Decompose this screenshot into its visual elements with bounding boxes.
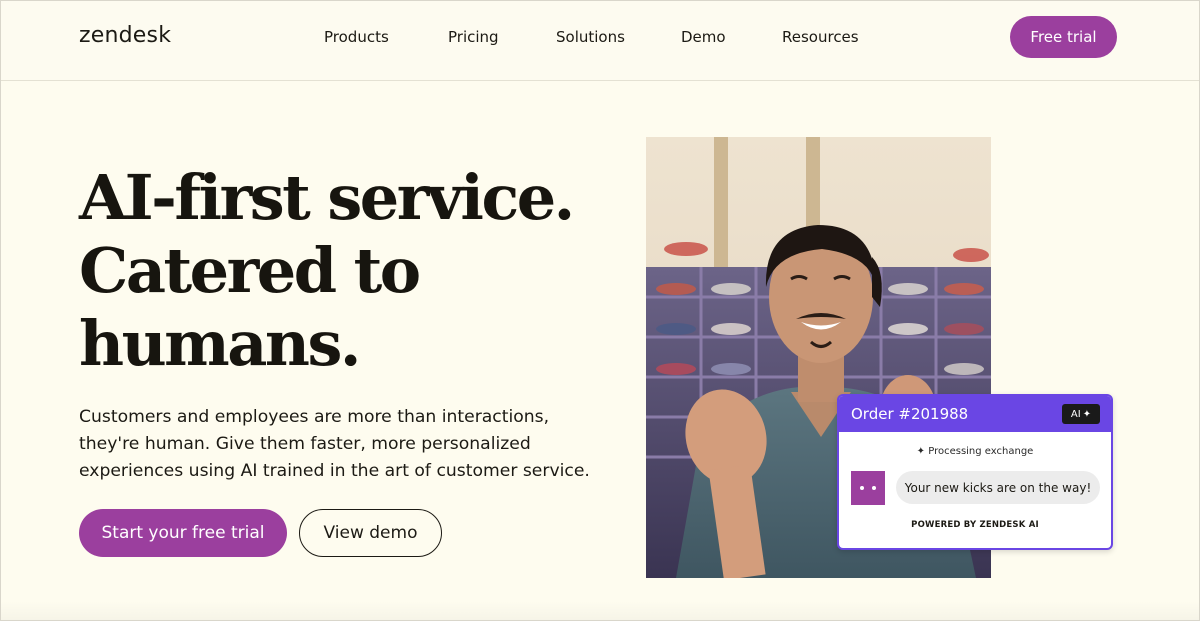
headline-line-3: humans. (79, 307, 362, 380)
powered-by-label: POWERED BY ZENDESK AI (911, 520, 1039, 530)
order-number: Order #201988 (851, 405, 969, 423)
bot-avatar-icon (851, 471, 885, 505)
ai-badge-label: AI (1070, 408, 1081, 420)
nav-demo[interactable]: Demo (681, 28, 726, 46)
hero-headline: AI-first service. Catered to humans. (79, 161, 599, 380)
headline-line-2: Catered to (79, 234, 421, 307)
nav-products[interactable]: Products (324, 28, 389, 46)
chat-message-bubble: Your new kicks are on the way! (896, 471, 1100, 504)
processing-label: Processing exchange (928, 446, 1034, 457)
nav-solutions[interactable]: Solutions (556, 28, 625, 46)
order-chat-card: Order #201988 AI ✦ ✦ Processing exchange… (837, 394, 1113, 550)
headline-line-1: AI-first service. (79, 161, 575, 234)
start-free-trial-button[interactable]: Start your free trial (79, 509, 287, 557)
free-trial-button[interactable]: Free trial (1010, 16, 1117, 58)
hero-subtext: Customers and employees are more than in… (79, 407, 590, 481)
chat-card-header: Order #201988 AI ✦ (839, 396, 1111, 432)
ai-badge: AI ✦ (1062, 404, 1100, 424)
processing-status: ✦ Processing exchange (839, 446, 1111, 457)
view-demo-button[interactable]: View demo (299, 509, 442, 557)
page-frame: zendesk Products Pricing Solutions Demo … (0, 0, 1200, 621)
nav-resources[interactable]: Resources (782, 28, 859, 46)
sparkle-icon: ✦ (1082, 408, 1092, 420)
site-header: zendesk Products Pricing Solutions Demo … (1, 1, 1199, 81)
nav-pricing[interactable]: Pricing (448, 28, 499, 46)
bottom-divider (1, 601, 1199, 620)
sparkle-icon: ✦ (916, 446, 929, 457)
